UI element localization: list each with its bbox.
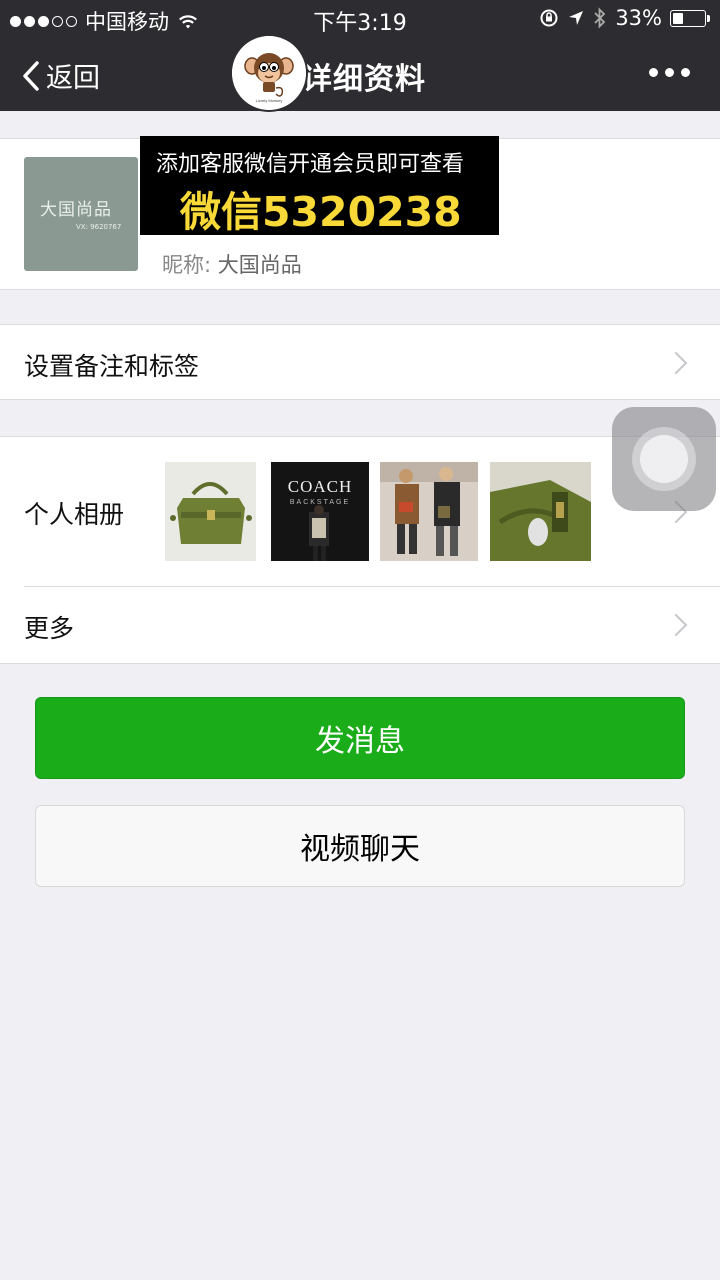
location-icon bbox=[569, 11, 584, 25]
promo-banner-line2: 微信5320238 bbox=[180, 188, 462, 236]
chevron-right-icon bbox=[664, 613, 688, 637]
more-dots-icon bbox=[665, 68, 674, 77]
status-right: 33% bbox=[539, 6, 710, 30]
back-button[interactable]: 返回 bbox=[22, 56, 100, 95]
page-title: 详细资料 bbox=[302, 62, 426, 97]
avatar-subtitle: VX: 9620767 bbox=[76, 223, 122, 231]
avatar-title: 大国尚品 bbox=[40, 200, 112, 220]
back-label: 返回 bbox=[46, 63, 100, 94]
more-dots-icon bbox=[649, 68, 658, 77]
album-thumbnail[interactable] bbox=[380, 462, 478, 561]
more-options-button[interactable] bbox=[649, 68, 690, 77]
green-bag-photo bbox=[165, 462, 256, 561]
send-message-button[interactable]: 发消息 bbox=[35, 697, 685, 779]
coach-backstage-photo: COACH BACKSTAGE bbox=[271, 462, 369, 561]
monkey-logo-icon: Lovely Monkey bbox=[232, 36, 306, 110]
models-photo bbox=[380, 462, 478, 561]
battery-percent: 33% bbox=[615, 6, 662, 30]
rotation-lock-icon bbox=[540, 9, 558, 27]
bluetooth-icon bbox=[594, 7, 606, 29]
chevron-left-icon bbox=[23, 60, 39, 91]
album-thumbnail[interactable] bbox=[490, 462, 591, 561]
monkey-logo-graphic: Lovely Monkey bbox=[232, 36, 306, 110]
more-label: 更多 bbox=[24, 614, 75, 643]
nickname-value: 大国尚品 bbox=[217, 253, 302, 277]
album-thumbnail[interactable] bbox=[165, 462, 256, 561]
coach-sub-text: BACKSTAGE bbox=[290, 499, 350, 506]
green-bag-closeup-photo bbox=[490, 462, 591, 561]
nickname: 昵称: 大国尚品 bbox=[162, 249, 302, 279]
video-chat-button[interactable]: 视频聊天 bbox=[35, 805, 685, 887]
promo-banner: 添加客服微信开通会员即可查看 微信5320238 bbox=[140, 136, 499, 236]
personal-album-label: 个人相册 bbox=[24, 500, 125, 529]
logo-caption: Lovely Monkey bbox=[256, 98, 283, 103]
remark-and-tags-label: 设置备注和标签 bbox=[24, 352, 200, 381]
album-thumbnail[interactable]: COACH BACKSTAGE bbox=[271, 462, 369, 561]
more-dots-icon bbox=[681, 68, 690, 77]
nickname-label: 昵称: bbox=[162, 253, 212, 277]
chevron-right-icon bbox=[664, 351, 688, 375]
more-row[interactable]: 更多 bbox=[0, 587, 720, 663]
battery-fill bbox=[673, 12, 683, 24]
avatar[interactable]: 大国尚品 VX: 9620767 bbox=[24, 157, 138, 271]
status-bar: 中国移动 下午3:19 33% bbox=[0, 0, 720, 36]
assistive-touch-core bbox=[640, 435, 688, 483]
assistive-touch-button[interactable] bbox=[612, 407, 716, 511]
promo-banner-line1: 添加客服微信开通会员即可查看 bbox=[156, 152, 465, 177]
battery-icon bbox=[670, 9, 710, 27]
navigation-bar: 返回 详细资料 Lovely Monkey bbox=[0, 36, 720, 111]
coach-brand-text: COACH bbox=[288, 477, 353, 496]
remark-and-tags-row[interactable]: 设置备注和标签 bbox=[0, 324, 720, 400]
